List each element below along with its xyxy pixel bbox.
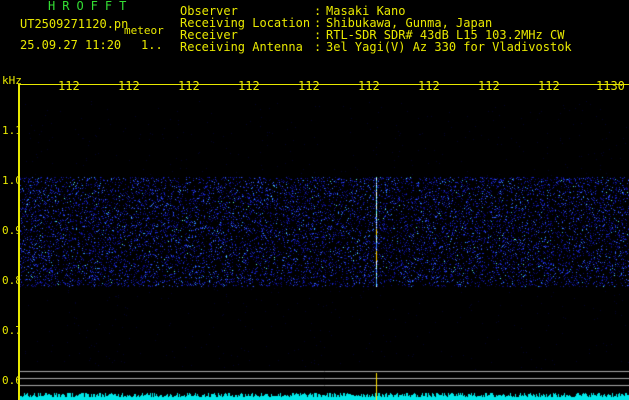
y-tick-label: 0.6 [2, 374, 22, 387]
filename-label: UT2509271120.pn [20, 17, 129, 31]
spectrogram-canvas [20, 101, 629, 400]
x-tick-label: 112 [118, 79, 140, 93]
x-tick-label: 112 [358, 79, 380, 93]
x-tick-label: 112 [298, 79, 320, 93]
y-tick-label: 0.7 [2, 324, 22, 337]
x-tick-label: 1130 [596, 79, 625, 93]
info-label: Receiving Antenna [180, 40, 303, 54]
app-title: HROFFT [48, 0, 134, 13]
x-tick-label: 112 [538, 79, 560, 93]
info-row-antenna: Receiving Antenna:3el Yagi(V) Az 330 for… [180, 40, 572, 54]
meteor-label: meteor [124, 24, 164, 37]
x-tick-label: 112 [58, 79, 80, 93]
x-tick-label: 112 [478, 79, 500, 93]
x-tick-label: 112 [238, 79, 260, 93]
y-tick-label: 1.0 [2, 174, 22, 187]
y-tick-label: 0.8 [2, 274, 22, 287]
y-tick-label: 0.9 [2, 224, 22, 237]
spectrogram-plot [20, 101, 629, 400]
info-separator: : [314, 40, 322, 54]
count-label: 1.. [141, 38, 163, 52]
y-tick-label: 1.1 [2, 124, 22, 137]
info-value: 3el Yagi(V) Az 330 for Vladivostok [326, 40, 572, 54]
x-tick-label: 112 [418, 79, 440, 93]
x-tick-label: 112 [178, 79, 200, 93]
timestamp-label: 25.09.27 11:20 [20, 38, 122, 52]
